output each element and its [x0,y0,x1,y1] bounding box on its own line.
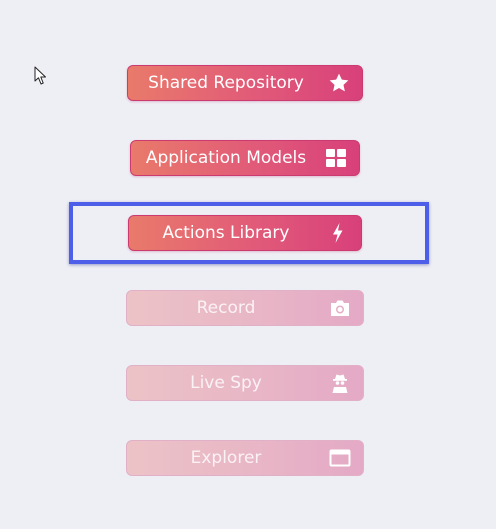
window-icon [329,447,351,469]
application-models-label: Application Models [145,148,307,168]
focus-highlight [69,202,429,264]
explorer-button[interactable]: Explorer [126,440,364,476]
mouse-cursor-icon [34,66,48,90]
spy-icon [329,372,351,394]
grid-icon [325,147,347,169]
explorer-label: Explorer [190,448,262,468]
shared-repository-label: Shared Repository [148,73,304,93]
star-icon [328,72,350,94]
shared-repository-button[interactable]: Shared Repository [127,65,363,101]
camera-icon [329,297,351,319]
application-models-button[interactable]: Application Models [130,140,360,176]
record-button[interactable]: Record [126,290,364,326]
live-spy-label: Live Spy [190,373,262,393]
live-spy-button[interactable]: Live Spy [126,365,364,401]
record-label: Record [196,298,256,318]
